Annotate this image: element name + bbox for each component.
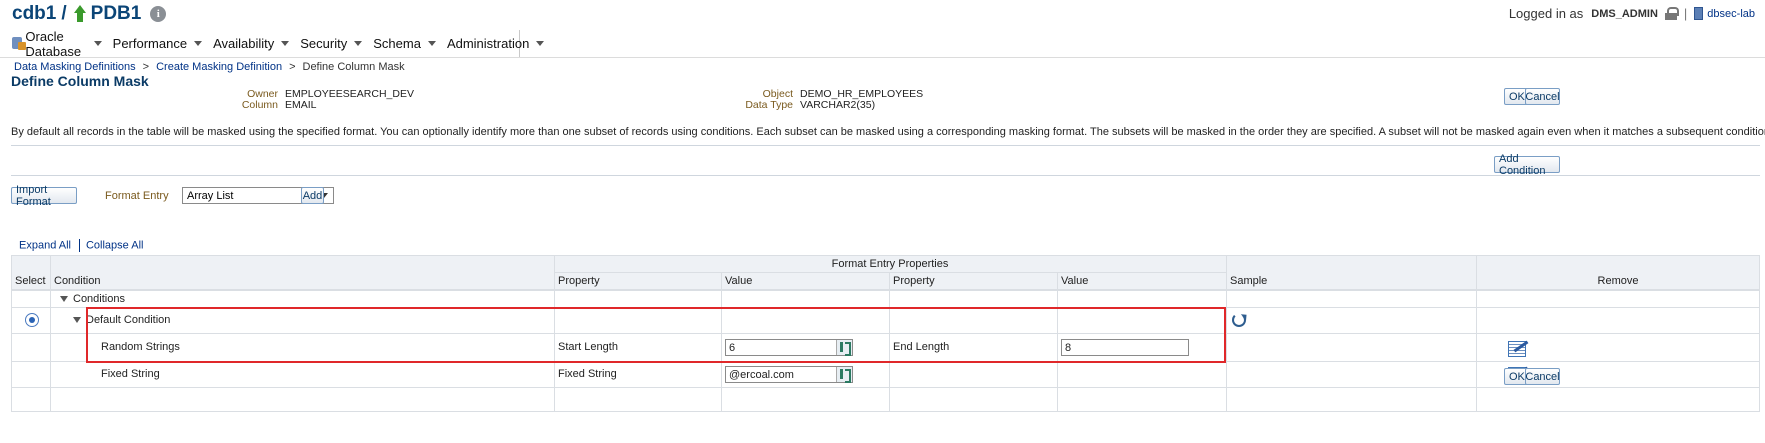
- header-select: Select: [15, 275, 46, 287]
- fixed-string-row-label: Fixed String: [101, 368, 160, 380]
- breadcrumb-current: Define Column Mask: [302, 61, 405, 73]
- menu-availability[interactable]: Availability: [213, 36, 290, 51]
- fixed-string-input[interactable]: @ercoal.com: [725, 366, 853, 383]
- expand-all-link[interactable]: Expand All: [19, 239, 71, 251]
- user-name: DMS_ADMIN: [1591, 7, 1658, 20]
- header-sample: Sample: [1230, 275, 1268, 287]
- format-entry-value: Array List: [187, 189, 234, 202]
- pdb-name: PDB1: [90, 3, 142, 24]
- collapse-all-link[interactable]: Collapse All: [86, 239, 143, 251]
- row-line: [11, 387, 1760, 388]
- menu-label: Availability: [213, 36, 275, 51]
- header-value-2: Value: [1061, 275, 1089, 287]
- chevron-down-icon: [427, 41, 436, 46]
- datatype-value: VARCHAR2(35): [800, 99, 876, 111]
- cdb-link[interactable]: cdb1: [12, 3, 56, 25]
- group-header: Format Entry Properties: [831, 257, 949, 270]
- chevron-down-icon: [194, 41, 203, 46]
- refresh-icon[interactable]: [1232, 313, 1246, 327]
- header-property-2: Property: [893, 275, 935, 287]
- chevron-down-icon: [93, 41, 102, 46]
- column-value: EMAIL: [285, 99, 317, 111]
- conditions-node[interactable]: Conditions: [56, 290, 125, 307]
- header-condition: Condition: [54, 275, 101, 287]
- conditions-label: Conditions: [73, 292, 125, 305]
- breadcrumb-separator: >: [289, 61, 296, 73]
- format-picker-icon[interactable]: [836, 367, 852, 383]
- add-condition-button[interactable]: Add Condition: [1494, 153, 1560, 177]
- database-icon: [12, 36, 27, 51]
- title-slash: /: [61, 3, 67, 24]
- expand-triangle-icon: [60, 295, 68, 302]
- menu-schema[interactable]: Schema: [373, 36, 436, 51]
- expand-triangle-icon: [73, 317, 81, 323]
- divider: [11, 175, 1760, 176]
- menu-oracle-database[interactable]: Oracle Database: [12, 29, 102, 59]
- menu-label: Administration: [446, 36, 530, 51]
- menu-administration[interactable]: Administration: [446, 36, 545, 51]
- fixed-string-label: Fixed String: [558, 368, 617, 380]
- header-value-1: Value: [725, 275, 753, 287]
- page-title: Define Column Mask: [11, 73, 149, 89]
- menu-security[interactable]: Security: [300, 36, 363, 51]
- description-text: By default all records in the table will…: [11, 126, 1765, 138]
- import-format-button[interactable]: Import Format: [11, 184, 77, 208]
- row-line: [11, 411, 1760, 412]
- divider: [11, 145, 1760, 146]
- fixed-string-value: @ercoal.com: [729, 368, 794, 381]
- menu-divider: [0, 57, 1765, 58]
- chevron-down-icon: [354, 41, 363, 46]
- menu-label: Schema: [373, 36, 421, 51]
- remove-entry-icon[interactable]: [1506, 338, 1528, 358]
- cancel-button-top[interactable]: Cancel: [1525, 88, 1560, 105]
- info-icon[interactable]: i: [150, 6, 167, 22]
- login-info: Logged in as DMS_ADMIN | dbsec-lab: [1509, 6, 1755, 21]
- status-up-icon: [72, 5, 86, 23]
- default-condition-radio[interactable]: [25, 313, 39, 327]
- header-property-1: Property: [558, 275, 600, 287]
- header-remove: Remove: [1597, 275, 1639, 287]
- cancel-button-bottom[interactable]: Cancel: [1525, 368, 1560, 385]
- breadcrumb-data-masking-definitions[interactable]: Data Masking Definitions: [14, 61, 136, 73]
- column-label: Column: [241, 99, 278, 111]
- target-title: cdb1 / PDB1 i: [12, 3, 167, 25]
- lock-icon: [1664, 7, 1679, 20]
- link-separator: [78, 239, 80, 252]
- row-line: [11, 290, 1760, 291]
- annotation-highlight-box: [86, 307, 1226, 363]
- format-entry-label: Format Entry: [105, 190, 169, 202]
- page: cdb1 / PDB1 i Logged in as DMS_ADMIN | d…: [0, 0, 1765, 443]
- breadcrumb: Data Masking Definitions > Create Masking …: [14, 61, 405, 73]
- menu-label: Security: [300, 36, 348, 51]
- logged-in-label: Logged in as: [1508, 6, 1584, 21]
- add-button[interactable]: Add: [301, 187, 324, 204]
- top-bar: cdb1 / PDB1 i Logged in as DMS_ADMIN | d…: [0, 0, 1765, 30]
- breadcrumb-create-masking-definition[interactable]: Create Masking Definition: [156, 61, 282, 73]
- breadcrumb-separator: >: [142, 61, 150, 73]
- server-icon: [1694, 7, 1704, 20]
- separator: |: [1683, 6, 1688, 21]
- host-link[interactable]: dbsec-lab: [1707, 8, 1755, 20]
- menu-performance[interactable]: Performance: [112, 36, 203, 51]
- chevron-down-icon: [281, 41, 290, 46]
- menu-label: Performance: [112, 36, 188, 51]
- chevron-down-icon: [536, 41, 545, 46]
- main-menu: Oracle Database Performance Availability…: [0, 29, 545, 59]
- datatype-label: Data Type: [745, 99, 793, 111]
- expand-collapse-links: Expand All Collapse All: [19, 239, 143, 252]
- menu-label: Oracle Database: [25, 28, 82, 59]
